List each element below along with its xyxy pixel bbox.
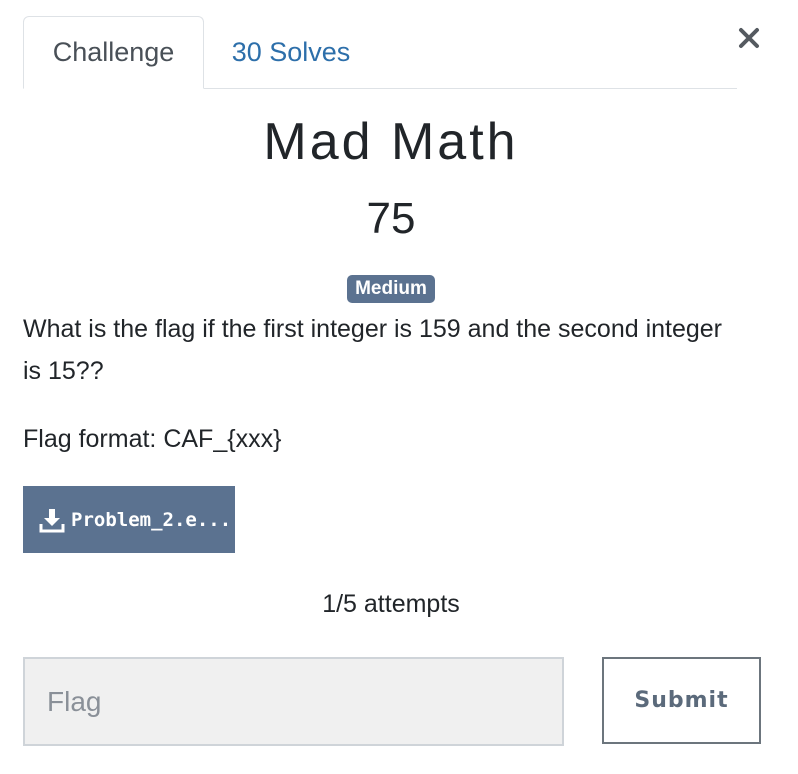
tab-challenge[interactable]: Challenge <box>23 16 204 89</box>
difficulty-badge-wrap: Medium <box>0 275 782 303</box>
challenge-description: What is the flag if the first integer is… <box>23 308 743 460</box>
tab-bar: Challenge 30 Solves <box>23 16 737 89</box>
flag-input[interactable] <box>23 657 564 746</box>
submit-button[interactable]: Submit <box>602 657 761 744</box>
close-icon <box>739 28 759 48</box>
tab-solves-label: 30 Solves <box>231 36 351 67</box>
download-file-button[interactable]: Problem_2.e... <box>23 486 235 553</box>
tab-solves[interactable]: 30 Solves <box>204 16 378 88</box>
flag-format-text: Flag format: CAF_{xxx} <box>23 425 282 453</box>
challenge-points: 75 <box>366 194 416 243</box>
description-text: What is the flag if the first integer is… <box>23 315 723 385</box>
download-icon <box>39 507 65 533</box>
challenge-modal: Challenge 30 Solves Mad Math 75 Medium W… <box>0 0 798 774</box>
difficulty-badge: Medium <box>347 275 435 303</box>
attempts-counter: 1/5 attempts <box>322 590 460 618</box>
tab-challenge-label: Challenge <box>52 37 175 67</box>
close-button[interactable] <box>733 22 765 54</box>
file-name: Problem_2.e... <box>71 508 232 531</box>
challenge-name: Mad Math <box>263 113 519 171</box>
